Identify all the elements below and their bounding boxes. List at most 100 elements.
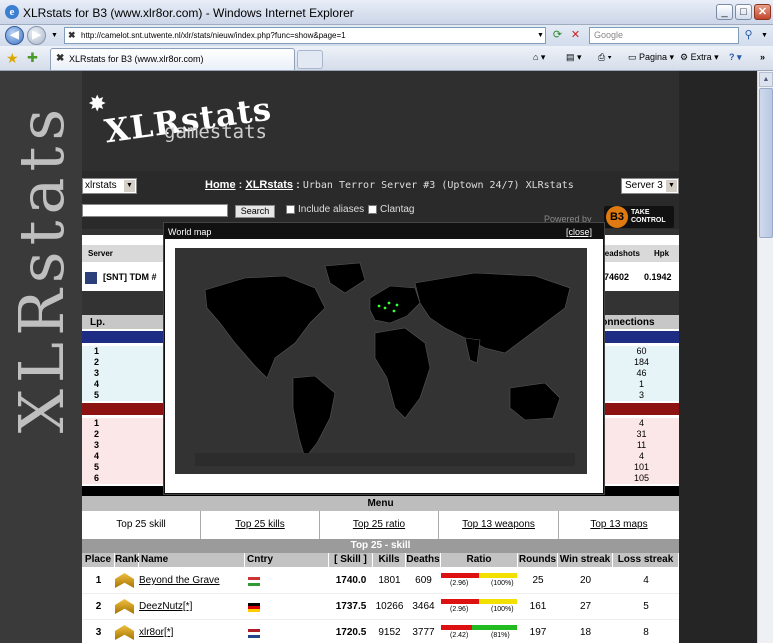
- award-rank: 3: [94, 440, 100, 450]
- award-connections: 1: [638, 379, 644, 389]
- world-map[interactable]: [175, 248, 587, 474]
- tab-xlrstats[interactable]: ✖ XLRstats for B3 (www.xlr8or.com): [50, 48, 295, 70]
- column-header[interactable]: Kills: [373, 553, 405, 567]
- award-connections: 184: [633, 357, 650, 367]
- site-favicon-icon: ✖: [68, 30, 76, 40]
- world-map-graphic: [175, 248, 587, 474]
- close-button[interactable]: ✕: [754, 4, 771, 20]
- favorites-star-icon[interactable]: ★: [6, 50, 19, 67]
- menu-item-link[interactable]: Top 25 kills: [235, 519, 284, 530]
- column-header[interactable]: Place: [82, 553, 114, 567]
- add-favorites-icon[interactable]: ✚: [27, 50, 38, 66]
- stop-icon[interactable]: ✕: [568, 28, 583, 43]
- skill-value: 1740.0: [335, 575, 367, 586]
- print-icon[interactable]: ⎙ ▾: [598, 52, 611, 63]
- menu-top25-kills[interactable]: Top 25 kills: [201, 511, 320, 539]
- world-map-modal: World map [close]: [163, 222, 605, 495]
- tab-favicon-icon: ✖: [56, 53, 65, 64]
- scroll-up-icon[interactable]: ▲: [759, 72, 773, 87]
- minimize-button[interactable]: _: [716, 4, 733, 20]
- server-icon: [85, 272, 97, 284]
- map-frame: [165, 239, 603, 493]
- menu-top25-skill[interactable]: Top 25 skill: [82, 511, 201, 539]
- forward-button[interactable]: ▶: [27, 26, 46, 45]
- ratio-red-segment: [441, 599, 479, 604]
- clantag-checkbox[interactable]: [368, 205, 377, 214]
- award-connections: 46: [636, 368, 647, 378]
- history-dropdown-icon[interactable]: ▼: [47, 28, 62, 43]
- rank-chevron-icon: [115, 599, 134, 614]
- award-connections: 60: [636, 346, 647, 356]
- help-menu[interactable]: ? ▾: [729, 52, 742, 63]
- award-rank: 4: [94, 379, 100, 389]
- feeds-icon[interactable]: ▤ ▾: [566, 52, 582, 63]
- player-search-input[interactable]: [82, 204, 228, 217]
- menu-item-link[interactable]: Top 25 ratio: [353, 519, 405, 530]
- award-rank: 1: [94, 418, 100, 428]
- site-header: ✸ XLRstats gamestats: [82, 71, 679, 171]
- loss-streak-value: 8: [643, 627, 649, 638]
- game-select-value: xlrstats: [85, 180, 117, 191]
- ratio-bar: (2.96) (100%): [441, 599, 517, 616]
- b3-logo[interactable]: B3 TAKE CONTROL: [604, 206, 674, 228]
- rank-chevron-icon: [115, 625, 134, 640]
- search-dropdown-icon[interactable]: ▼: [757, 28, 772, 43]
- game-select[interactable]: xlrstats ▼: [82, 178, 137, 194]
- address-bar[interactable]: ✖ http://camelot.snt.utwente.nl/xlr/stat…: [64, 27, 546, 44]
- chevron-down-icon: ▼: [124, 180, 135, 192]
- search-icon[interactable]: ⚲: [741, 28, 756, 43]
- player-name-link[interactable]: DeezNutz[*]: [139, 594, 245, 620]
- maximize-button[interactable]: □: [735, 4, 752, 20]
- menu-top13-weapons[interactable]: Top 13 weapons: [439, 511, 559, 539]
- crumb-xlrstats-link[interactable]: XLRstats: [245, 179, 293, 191]
- column-header[interactable]: Ratio: [441, 553, 517, 567]
- award-connections: 105: [633, 473, 650, 483]
- page-menu-label: Pagina: [639, 52, 668, 62]
- address-dropdown-icon[interactable]: ▼: [533, 28, 548, 43]
- menu-item-link[interactable]: Top 13 maps: [590, 519, 647, 530]
- search-input[interactable]: Google: [589, 27, 739, 44]
- chevron-right-icon[interactable]: »: [760, 52, 765, 62]
- column-header[interactable]: Deaths: [406, 553, 440, 567]
- award-connections: 31: [636, 429, 647, 439]
- scroll-thumb[interactable]: [759, 88, 773, 238]
- vertical-scrollbar[interactable]: ▲: [757, 71, 773, 643]
- refresh-icon[interactable]: ⟳: [550, 28, 565, 43]
- ratio-bar-fill: [441, 573, 517, 578]
- modal-close-link[interactable]: [close]: [566, 227, 592, 237]
- tools-menu[interactable]: ⚙ Extra ▾: [680, 52, 719, 63]
- column-header[interactable]: Rounds: [518, 553, 557, 567]
- menu-top25-ratio[interactable]: Top 25 ratio: [320, 511, 439, 539]
- award-connections: 4: [638, 418, 644, 428]
- server-select[interactable]: Server 3 ▼: [621, 178, 679, 194]
- column-header[interactable]: Rank: [115, 553, 139, 567]
- win-streak-value: 27: [579, 601, 592, 612]
- skill-value: 1737.5: [335, 601, 367, 612]
- place-value: 1: [95, 575, 102, 586]
- column-header[interactable]: Name: [139, 553, 244, 567]
- player-name-link[interactable]: Beyond the Grave: [139, 568, 245, 594]
- ie-logo-icon: e: [5, 5, 19, 19]
- crumb-home-link[interactable]: Home: [205, 179, 236, 191]
- column-header[interactable]: Loss streak: [613, 553, 678, 567]
- col-hpk: Hpk: [654, 249, 670, 258]
- loss-streak-value: 5: [643, 601, 649, 612]
- column-header[interactable]: [ Skill ]: [329, 553, 372, 567]
- page-menu[interactable]: ▭ Pagina ▾: [628, 52, 674, 63]
- home-icon[interactable]: ⌂ ▾: [533, 52, 545, 63]
- search-button[interactable]: Search: [235, 205, 275, 218]
- tools-menu-label: Extra: [690, 52, 712, 62]
- back-button[interactable]: ◀: [5, 26, 24, 45]
- include-aliases-checkbox[interactable]: [286, 205, 295, 214]
- award-connections: 11: [636, 440, 647, 450]
- col-headshots: Headshots: [599, 249, 640, 258]
- ratio-second-segment: [479, 573, 517, 578]
- column-header[interactable]: Cntry: [245, 553, 328, 567]
- menu-item-link[interactable]: Top 13 weapons: [462, 519, 535, 530]
- column-header[interactable]: Win streak: [558, 553, 612, 567]
- right-decor-strip: [679, 71, 757, 643]
- award-rank: 2: [94, 357, 100, 367]
- new-tab-button[interactable]: [297, 50, 323, 69]
- player-name-link[interactable]: xlr8or[*]: [139, 620, 245, 643]
- menu-top13-maps[interactable]: Top 13 maps: [559, 511, 679, 539]
